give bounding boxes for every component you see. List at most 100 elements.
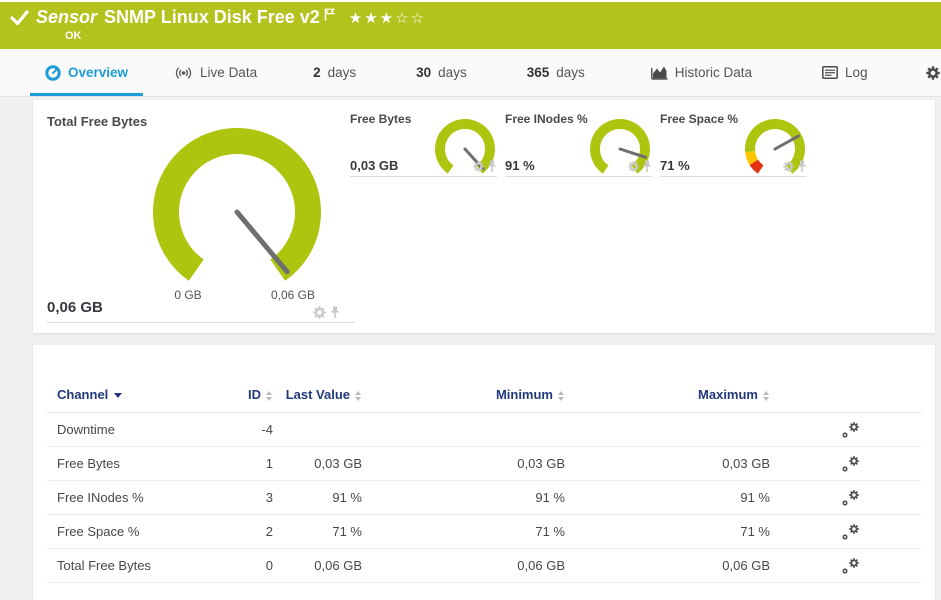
tab-label: Log — [845, 65, 868, 80]
sort-arrows-icon — [558, 390, 565, 401]
channel-name: Free INodes % — [57, 490, 144, 505]
mini-gauge-value: 91 % — [505, 158, 535, 173]
channel-id: 2 — [265, 524, 273, 539]
primary-gauge-title: Total Free Bytes — [47, 114, 148, 129]
mini-gauge-value: 0,03 GB — [350, 158, 399, 173]
tab-number: 30 — [416, 65, 432, 80]
mini-gauge-free-inodes: Free INodes % 91 % — [505, 112, 652, 177]
channel-settings-gears-icon[interactable] — [842, 490, 859, 506]
channel-name: Total Free Bytes — [57, 558, 151, 573]
table-row: Downtime -4 — [47, 413, 921, 447]
sort-arrows-icon — [355, 390, 362, 401]
sort-arrows-icon — [266, 390, 273, 401]
gauge-scale-max: 0,06 GB — [270, 288, 316, 302]
column-header-id[interactable]: ID — [227, 387, 273, 403]
gauge-scale-min: 0 GB — [174, 288, 202, 302]
tab-label: Historic Data — [674, 65, 753, 80]
channel-name: Free Space % — [57, 524, 140, 539]
tab-2-days[interactable]: 2 days — [298, 49, 371, 96]
status-ok-check-icon — [10, 9, 29, 26]
channel-maximum: 91 % — [740, 490, 770, 505]
channel-last-value: 0,03 GB — [314, 456, 362, 471]
object-kind-label: Sensor — [36, 7, 98, 27]
tab-label: days — [327, 65, 357, 80]
channel-minimum: 0,03 GB — [517, 456, 565, 471]
column-header-minimum[interactable]: Minimum — [362, 387, 565, 403]
gauge-pin-icon[interactable] — [797, 160, 807, 173]
channel-settings-gears-icon[interactable] — [842, 422, 859, 438]
primary-gauge — [152, 127, 322, 297]
gauge-settings-gear-icon[interactable] — [628, 161, 639, 172]
area-chart-icon — [650, 66, 668, 80]
divider — [350, 176, 497, 177]
channel-last-value: 0,06 GB — [314, 558, 362, 573]
tab-label: days — [556, 65, 585, 80]
mini-gauge-free-bytes: Free Bytes 0,03 GB — [350, 112, 497, 177]
tab-label: Overview — [68, 65, 129, 80]
gauges-panel: Total Free Bytes 0 GB 0,06 GB 0,06 GB Fr… — [33, 100, 935, 333]
tab-365-days[interactable]: 365 days — [512, 49, 600, 96]
channels-panel: Channel ID Last Value Minimum Maximum Do… — [33, 345, 935, 600]
table-header-row: Channel ID Last Value Minimum Maximum — [47, 387, 921, 413]
tab-30-days[interactable]: 30 days — [401, 49, 482, 96]
tab-settings[interactable]: Settings — [911, 49, 941, 96]
sensor-header: Sensor SNMP Linux Disk Free v2 ★★★☆☆ OK — [0, 2, 941, 49]
mini-gauge-title: Free INodes % — [505, 112, 588, 126]
table-row: Free Space % 2 71 % 71 % 71 % — [47, 515, 921, 549]
mini-gauge-title: Free Bytes — [350, 112, 412, 126]
channel-maximum: 0,06 GB — [722, 558, 770, 573]
channel-last-value: 71 % — [332, 524, 362, 539]
channel-maximum: 0,03 GB — [722, 456, 770, 471]
divider — [47, 322, 355, 323]
tab-number: 2 — [313, 65, 321, 80]
channel-name: Downtime — [57, 422, 115, 437]
channel-minimum: 91 % — [535, 490, 565, 505]
channel-settings-gears-icon[interactable] — [842, 558, 859, 574]
tab-overview[interactable]: Overview — [30, 49, 143, 96]
tab-historic-data[interactable]: Historic Data — [636, 49, 767, 96]
broadcast-icon — [175, 66, 192, 79]
tab-live-data[interactable]: Live Data — [159, 49, 272, 96]
tab-label: days — [438, 65, 467, 80]
gauge-settings-gear-icon[interactable] — [783, 161, 794, 172]
column-header-maximum[interactable]: Maximum — [565, 387, 770, 403]
sensor-title: SNMP Linux Disk Free v2 — [104, 7, 320, 27]
mini-gauge-free-space: Free Space % 71 % — [660, 112, 807, 177]
sort-arrows-icon — [763, 390, 770, 401]
flag-icon[interactable] — [324, 8, 335, 21]
channel-maximum: 71 % — [740, 524, 770, 539]
column-header-channel[interactable]: Channel — [47, 387, 227, 403]
gauge-icon — [45, 64, 61, 81]
channel-id: -4 — [261, 422, 273, 437]
sort-caret-down-icon — [114, 393, 123, 399]
channel-id: 0 — [265, 558, 273, 573]
tab-label: Live Data — [200, 65, 258, 80]
mini-gauge-value: 71 % — [660, 158, 690, 173]
gauge-settings-gear-icon[interactable] — [473, 161, 484, 172]
channel-id: 3 — [265, 490, 273, 505]
sensor-status-badge: OK — [65, 30, 82, 42]
divider — [505, 176, 652, 177]
priority-stars[interactable]: ★★★☆☆ — [349, 9, 426, 27]
channel-minimum: 71 % — [535, 524, 565, 539]
channel-name: Free Bytes — [57, 456, 120, 471]
mini-gauge-title: Free Space % — [660, 112, 739, 126]
primary-gauge-value: 0,06 GB — [47, 299, 103, 316]
gauge-pin-icon[interactable] — [330, 306, 340, 319]
table-row: Total Free Bytes 0 0,06 GB 0,06 GB 0,06 … — [47, 549, 921, 583]
gauge-pin-icon[interactable] — [642, 160, 652, 173]
table-row: Free Bytes 1 0,03 GB 0,03 GB 0,03 GB — [47, 447, 921, 481]
channel-minimum: 0,06 GB — [517, 558, 565, 573]
gauge-settings-gear-icon[interactable] — [313, 306, 326, 319]
channel-settings-gears-icon[interactable] — [842, 524, 859, 540]
channel-settings-gears-icon[interactable] — [842, 456, 859, 472]
divider — [660, 176, 807, 177]
channel-last-value: 91 % — [332, 490, 362, 505]
tab-log[interactable]: Log — [807, 49, 883, 96]
column-header-last-value[interactable]: Last Value — [273, 387, 362, 403]
gauge-pin-icon[interactable] — [487, 160, 497, 173]
tab-bar: Overview Live Data 2 days 30 days 365 da… — [0, 49, 941, 97]
channel-id: 1 — [265, 456, 273, 471]
table-row: Free INodes % 3 91 % 91 % 91 % — [47, 481, 921, 515]
gear-icon — [925, 65, 940, 80]
